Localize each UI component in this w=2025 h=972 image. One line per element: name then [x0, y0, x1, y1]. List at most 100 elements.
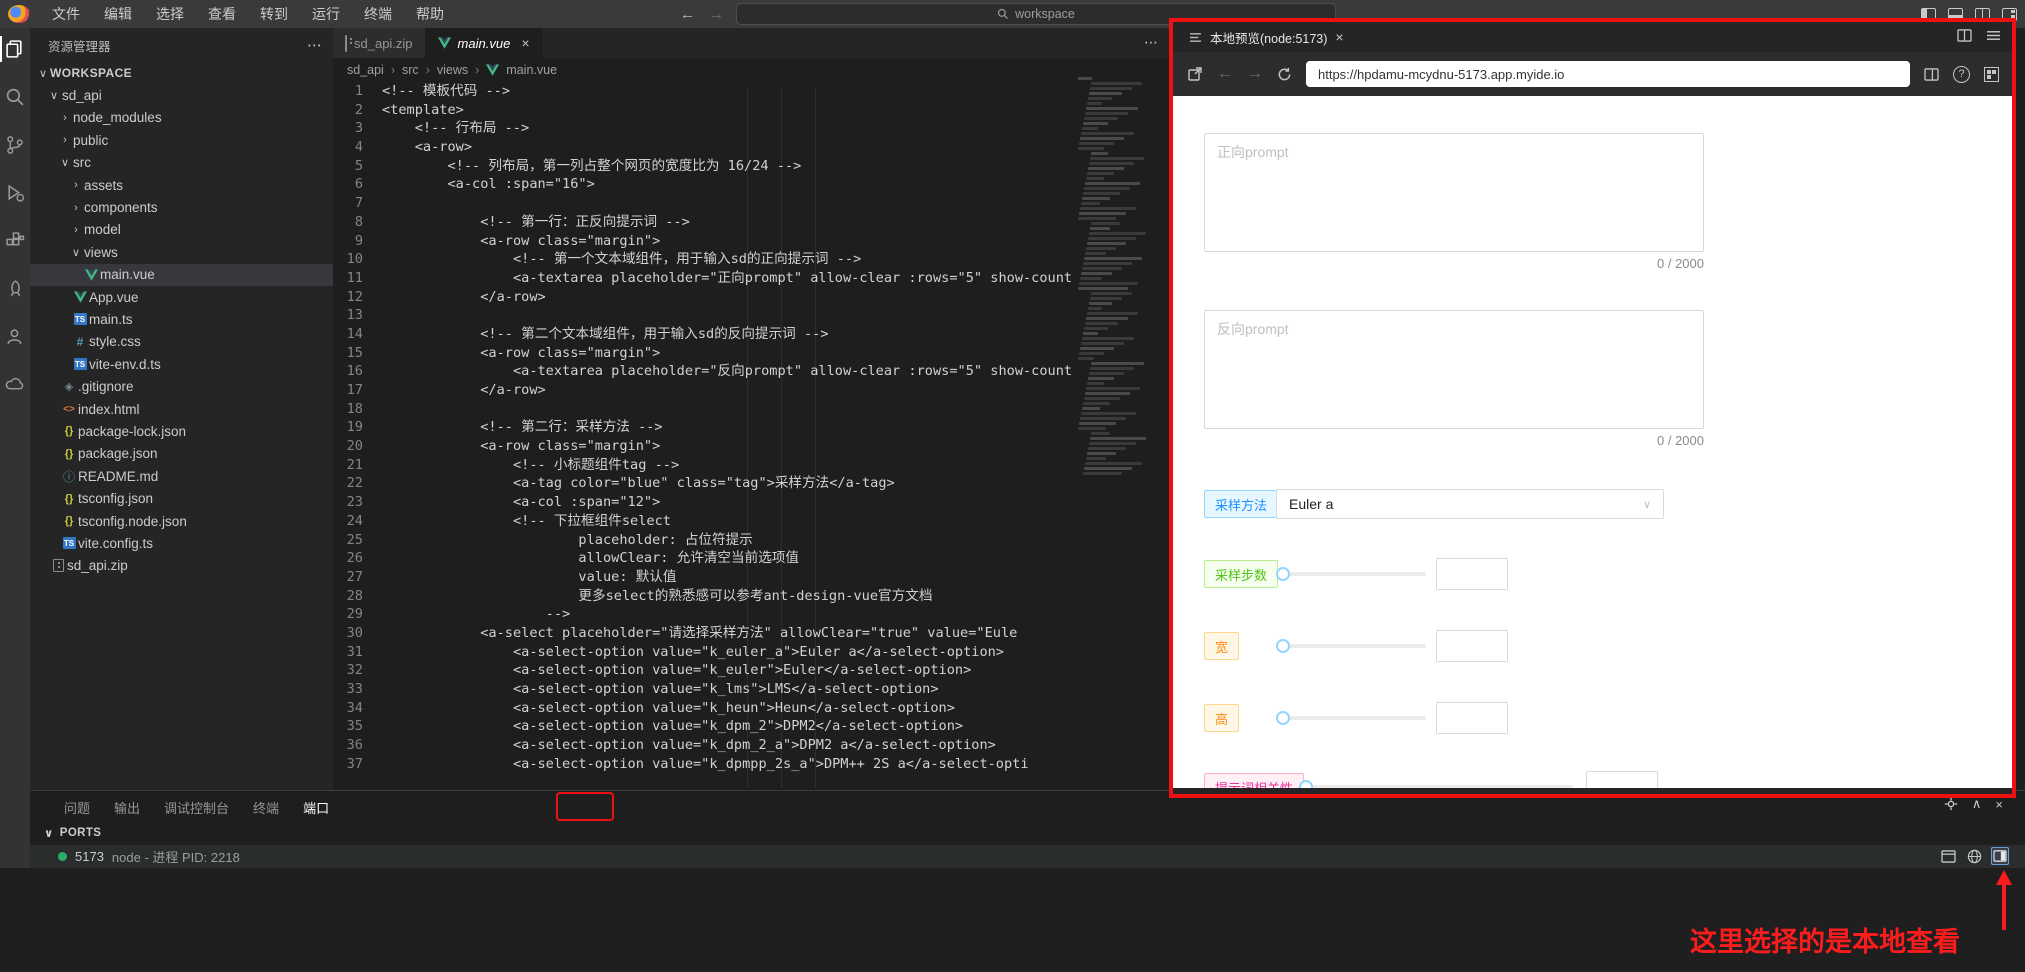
menu-item-5[interactable]: 运行: [300, 0, 352, 28]
positive-prompt-textarea[interactable]: [1204, 133, 1704, 252]
menu-item-0[interactable]: 文件: [40, 0, 92, 28]
help-icon[interactable]: ?: [1953, 66, 1970, 83]
param-slider-0[interactable]: [1278, 567, 1426, 581]
folder-chevron-icon: ›: [69, 202, 83, 214]
preview-split-layout-icon[interactable]: [1957, 29, 1972, 42]
tab-close-icon[interactable]: ×: [521, 35, 529, 51]
menu-item-1[interactable]: 编辑: [92, 0, 144, 28]
toggle-sidebar-icon[interactable]: [1921, 8, 1936, 21]
tree-item-tsconfig-json[interactable]: {}tsconfig.json: [30, 487, 333, 509]
param-input-3[interactable]: [1586, 771, 1658, 788]
tree-item-src[interactable]: ∨src: [30, 152, 333, 174]
tree-item-main-vue[interactable]: main.vue: [30, 264, 333, 286]
minimap[interactable]: [1078, 77, 1140, 489]
tree-item-tsconfig-node-json[interactable]: {}tsconfig.node.json: [30, 510, 333, 532]
tree-item-label: vite.config.ts: [78, 536, 153, 551]
tree-item-assets[interactable]: ›assets: [30, 174, 333, 196]
tree-item-vite-config-ts[interactable]: TSvite.config.ts: [30, 532, 333, 554]
sampler-select[interactable]: Euler a ∨: [1276, 489, 1664, 519]
param-input-1[interactable]: [1436, 630, 1508, 662]
panel-tab-1[interactable]: 输出: [104, 794, 150, 821]
preview-back-icon[interactable]: ←: [1217, 65, 1233, 83]
slider-handle[interactable]: [1276, 711, 1290, 725]
open-in-editor-icon[interactable]: [1939, 847, 1957, 865]
preview-forward-icon[interactable]: →: [1247, 65, 1263, 83]
preview-device-split-icon[interactable]: [1924, 68, 1939, 81]
run-debug-icon[interactable]: [4, 182, 26, 204]
menu-item-3[interactable]: 查看: [196, 0, 248, 28]
preview-tab-title[interactable]: 本地预览(node:5173): [1210, 28, 1327, 47]
breadcrumb-item[interactable]: sd_api: [347, 63, 384, 77]
cloud-icon[interactable]: [4, 374, 26, 396]
panel-maximize-icon[interactable]: ∧: [1972, 796, 1982, 812]
tree-item-public[interactable]: ›public: [30, 129, 333, 151]
customize-layout-icon[interactable]: [2002, 8, 2017, 21]
preview-in-editor-icon[interactable]: [1991, 847, 2009, 865]
menu-item-4[interactable]: 转到: [248, 0, 300, 28]
menu-item-7[interactable]: 帮助: [404, 0, 456, 28]
panel-tab-3[interactable]: 终端: [243, 794, 289, 821]
minimap-mark: [1081, 342, 1124, 345]
tree-item-workspace[interactable]: ∨WORKSPACE: [30, 62, 333, 84]
breadcrumb-item[interactable]: views: [437, 63, 468, 77]
source-control-icon[interactable]: [4, 134, 26, 156]
tree-item-sd-api-zip[interactable]: sd_api.zip: [30, 555, 333, 577]
breadcrumb-item[interactable]: src: [402, 63, 419, 77]
history-forward-icon[interactable]: →: [709, 6, 724, 23]
panel-tab-2[interactable]: 调试控制台: [154, 794, 239, 821]
tree-item--gitignore[interactable]: ◈.gitignore: [30, 375, 333, 397]
negative-prompt-textarea[interactable]: [1204, 310, 1704, 429]
toggle-panel-icon[interactable]: [1948, 8, 1963, 21]
tree-item-main-ts[interactable]: TSmain.ts: [30, 308, 333, 330]
tree-item-views[interactable]: ∨views: [30, 241, 333, 263]
tree-item-package-json[interactable]: {}package.json: [30, 443, 333, 465]
tree-item-sd-api[interactable]: ∨sd_api: [30, 84, 333, 106]
preview-tab-close-icon[interactable]: ×: [1335, 29, 1343, 45]
panel-close-icon[interactable]: ×: [1995, 797, 2003, 812]
param-slider-1[interactable]: [1278, 639, 1426, 653]
breadcrumb-item[interactable]: main.vue: [506, 63, 557, 77]
tree-item-readme-md[interactable]: ⓘREADME.md: [30, 465, 333, 487]
tree-item-package-lock-json[interactable]: {}package-lock.json: [30, 420, 333, 442]
param-slider-2[interactable]: [1278, 711, 1426, 725]
split-editor-icon[interactable]: [1975, 8, 1990, 21]
tree-item-vite-env-d-ts[interactable]: TSvite-env.d.ts: [30, 353, 333, 375]
panel-tab-ports[interactable]: 端口: [293, 794, 339, 821]
history-back-icon[interactable]: ←: [680, 6, 695, 23]
editor-tab-sd-api-zip[interactable]: sd_api.zip: [333, 28, 426, 58]
extensions-icon[interactable]: [4, 230, 26, 252]
breadcrumb[interactable]: sd_api›src›views›main.vue: [333, 58, 1173, 82]
gear-icon[interactable]: [1944, 797, 1958, 811]
port-row[interactable]: 5173 node - 进程 PID: 2218: [30, 845, 2025, 868]
preview-menu-icon[interactable]: [1986, 29, 2001, 42]
param-slider-3[interactable]: [1301, 780, 1573, 788]
editor-more-actions-icon[interactable]: ⋯: [1144, 34, 1159, 51]
open-external-icon[interactable]: [1187, 66, 1203, 82]
param-input-0[interactable]: [1436, 558, 1508, 590]
code-editor[interactable]: 1<!-- 模板代码 -->2<template>3 <!-- 行布局 -->4…: [333, 82, 1075, 788]
open-in-browser-globe-icon[interactable]: [1965, 847, 1983, 865]
preview-url-input[interactable]: [1306, 61, 1910, 87]
slider-handle[interactable]: [1276, 639, 1290, 653]
explorer-more-actions-icon[interactable]: ⋯: [307, 36, 323, 54]
editor-tab-main-vue[interactable]: main.vue×: [426, 28, 543, 58]
menu-item-2[interactable]: 选择: [144, 0, 196, 28]
tree-item-node-modules[interactable]: ›node_modules: [30, 107, 333, 129]
preview-reload-icon[interactable]: [1277, 67, 1292, 82]
slider-handle[interactable]: [1276, 567, 1290, 581]
slider-handle[interactable]: [1299, 780, 1313, 788]
panel-tab-0[interactable]: 问题: [54, 794, 100, 821]
param-input-2[interactable]: [1436, 702, 1508, 734]
search-icon[interactable]: [4, 86, 26, 108]
tree-item-model[interactable]: ›model: [30, 219, 333, 241]
tree-item-components[interactable]: ›components: [30, 196, 333, 218]
qr-code-icon[interactable]: [1984, 67, 1999, 82]
menu-item-6[interactable]: 终端: [352, 0, 404, 28]
account-icon[interactable]: [4, 326, 26, 348]
tree-item-app-vue[interactable]: App.vue: [30, 286, 333, 308]
tree-item-index-html[interactable]: <>index.html: [30, 398, 333, 420]
tree-item-style-css[interactable]: #style.css: [30, 331, 333, 353]
rocket-icon[interactable]: [4, 278, 26, 300]
ports-chevron-icon[interactable]: ∨: [44, 826, 54, 840]
explorer-icon[interactable]: [4, 38, 26, 60]
